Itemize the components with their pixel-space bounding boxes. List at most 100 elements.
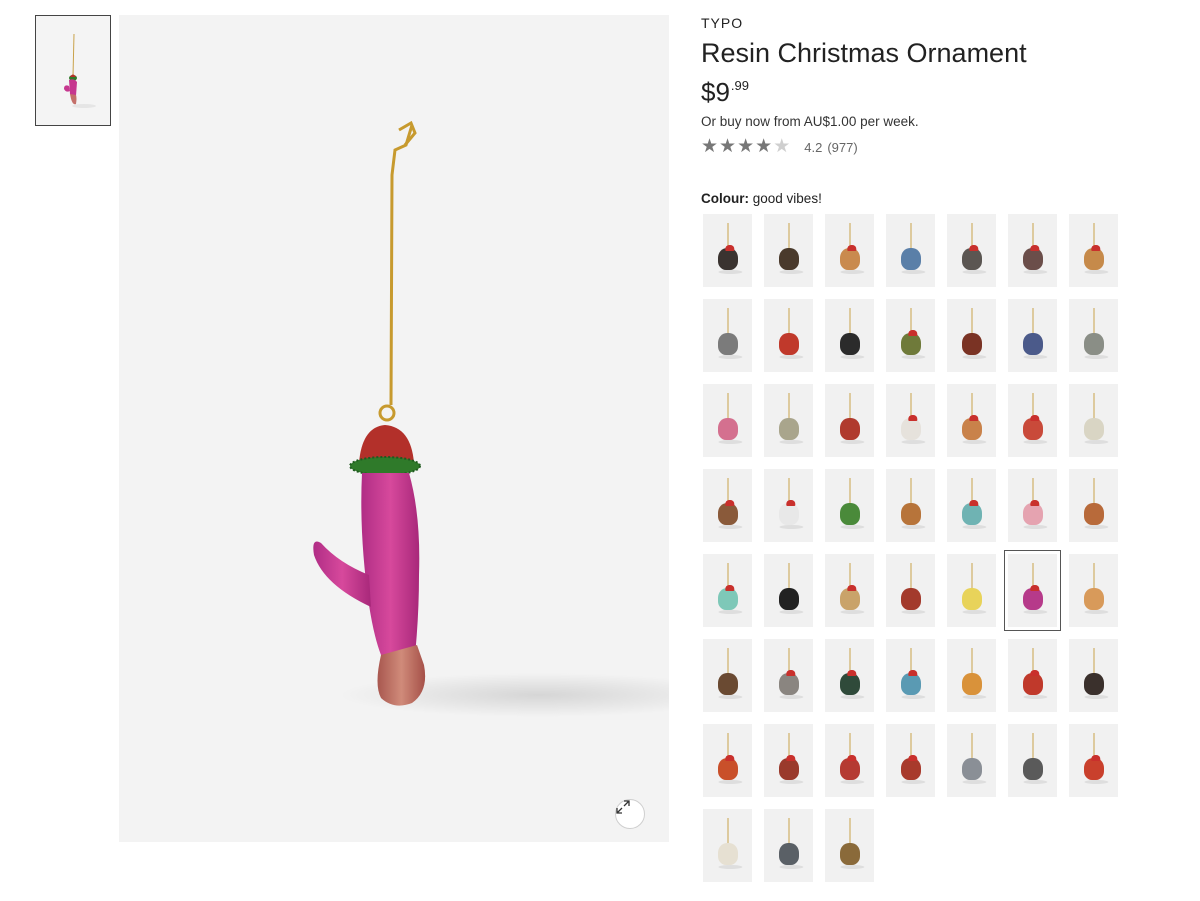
- colour-swatch[interactable]: [1069, 554, 1118, 627]
- santa-hat-icon: [1029, 670, 1039, 676]
- colour-swatch[interactable]: [825, 384, 874, 457]
- ornament-shadow: [839, 780, 864, 784]
- colour-swatch[interactable]: [825, 214, 874, 287]
- colour-swatch[interactable]: [703, 554, 752, 627]
- colour-swatch[interactable]: [703, 214, 752, 287]
- colour-swatch[interactable]: [703, 469, 752, 542]
- ornament-shadow: [778, 440, 803, 444]
- colour-swatch[interactable]: [947, 214, 996, 287]
- price-cents: .99: [730, 78, 749, 93]
- colour-swatch[interactable]: [825, 724, 874, 797]
- ornament-string: [849, 478, 850, 504]
- product-page: TYPO Resin Christmas Ornament $9.99 Or b…: [0, 0, 1200, 901]
- colour-swatch[interactable]: [1069, 214, 1118, 287]
- santa-hat-icon: [907, 755, 917, 761]
- colour-swatch[interactable]: [1008, 469, 1057, 542]
- colour-swatch[interactable]: [1008, 384, 1057, 457]
- colour-swatch[interactable]: [764, 724, 813, 797]
- colour-swatch[interactable]: [703, 639, 752, 712]
- colour-swatch[interactable]: [1008, 214, 1057, 287]
- santa-hat-icon: [785, 755, 795, 761]
- colour-swatch[interactable]: [1008, 639, 1057, 712]
- colour-swatch[interactable]: [764, 299, 813, 372]
- ornament-string: [727, 393, 728, 419]
- ornament-swatch-icon: [1083, 503, 1104, 525]
- colour-swatch[interactable]: [764, 554, 813, 627]
- colour-swatch[interactable]: [1069, 639, 1118, 712]
- ornament-swatch-icon: [1083, 333, 1104, 355]
- colour-swatch[interactable]: [947, 639, 996, 712]
- colour-swatch[interactable]: [886, 214, 935, 287]
- ornament-string: [971, 648, 972, 674]
- colour-swatch[interactable]: [1069, 469, 1118, 542]
- colour-swatch[interactable]: [703, 809, 752, 882]
- star-icon: ★: [719, 136, 737, 157]
- ornament-shadow: [900, 695, 925, 699]
- ornament-shadow: [900, 610, 925, 614]
- colour-swatch[interactable]: [764, 639, 813, 712]
- ornament-shadow: [1083, 270, 1108, 274]
- colour-swatch[interactable]: [886, 384, 935, 457]
- colour-swatch[interactable]: [825, 639, 874, 712]
- colour-swatch[interactable]: [1069, 299, 1118, 372]
- ornament-string: [727, 818, 728, 844]
- colour-swatch[interactable]: [886, 299, 935, 372]
- colour-swatch[interactable]: [703, 384, 752, 457]
- ornament-shadow: [778, 610, 803, 614]
- colour-swatch[interactable]: [1008, 299, 1057, 372]
- colour-swatch[interactable]: [764, 469, 813, 542]
- colour-swatch[interactable]: [947, 299, 996, 372]
- colour-swatch[interactable]: [947, 384, 996, 457]
- colour-swatch[interactable]: [886, 724, 935, 797]
- colour-swatch[interactable]: [886, 469, 935, 542]
- colour-swatch[interactable]: [1008, 724, 1057, 797]
- colour-swatch[interactable]: [1004, 550, 1061, 631]
- ornament-swatch-icon: [900, 503, 921, 525]
- colour-swatch[interactable]: [825, 299, 874, 372]
- ornament-string: [1093, 393, 1094, 419]
- ornament-shadow: [900, 355, 925, 359]
- ornament-swatch-icon: [1022, 758, 1043, 780]
- colour-swatch[interactable]: [825, 554, 874, 627]
- colour-swatch[interactable]: [947, 554, 996, 627]
- colour-label: Colour: good vibes!: [701, 191, 822, 206]
- ornament-string: [788, 818, 789, 844]
- colour-swatch[interactable]: [764, 214, 813, 287]
- expand-image-button[interactable]: [615, 799, 645, 829]
- colour-swatch[interactable]: [764, 809, 813, 882]
- ornament-swatch-icon: [717, 248, 738, 270]
- ornament-shadow: [839, 270, 864, 274]
- santa-hat-icon: [968, 245, 978, 251]
- colour-swatch[interactable]: [947, 469, 996, 542]
- colour-swatch[interactable]: [703, 724, 752, 797]
- colour-swatch[interactable]: [886, 554, 935, 627]
- afterpay-text: Or buy now from AU$1.00 per week.: [701, 114, 919, 129]
- main-product-image[interactable]: [119, 15, 669, 842]
- ornament-shadow: [717, 865, 742, 869]
- ornament-shadow: [1022, 440, 1047, 444]
- ornament-swatch-icon: [900, 418, 921, 440]
- ornament-shadow: [1083, 440, 1108, 444]
- colour-value: good vibes!: [752, 191, 822, 206]
- ornament-shadow: [839, 865, 864, 869]
- ornament-swatch-icon: [717, 333, 738, 355]
- colour-swatch[interactable]: [1069, 384, 1118, 457]
- colour-swatch[interactable]: [886, 639, 935, 712]
- ornament-swatch-icon: [778, 843, 799, 865]
- ornament-string: [910, 478, 911, 504]
- ornament-swatch-icon: [717, 588, 738, 610]
- product-thumbnail[interactable]: [35, 15, 111, 126]
- santa-hat-icon: [907, 330, 917, 336]
- colour-swatch[interactable]: [1069, 724, 1118, 797]
- colour-swatch[interactable]: [764, 384, 813, 457]
- colour-swatch[interactable]: [947, 724, 996, 797]
- product-rating[interactable]: ★ ★ ★ ★ ★ 4.2 (977): [701, 136, 1161, 157]
- colour-swatch[interactable]: [703, 299, 752, 372]
- colour-swatch[interactable]: [825, 469, 874, 542]
- ornament-string: [727, 648, 728, 674]
- ornament-shadow: [1022, 780, 1047, 784]
- colour-swatch[interactable]: [825, 809, 874, 882]
- ornament-string: [1032, 308, 1033, 334]
- brand-name[interactable]: TYPO: [701, 14, 1161, 32]
- santa-hat-icon: [968, 415, 978, 421]
